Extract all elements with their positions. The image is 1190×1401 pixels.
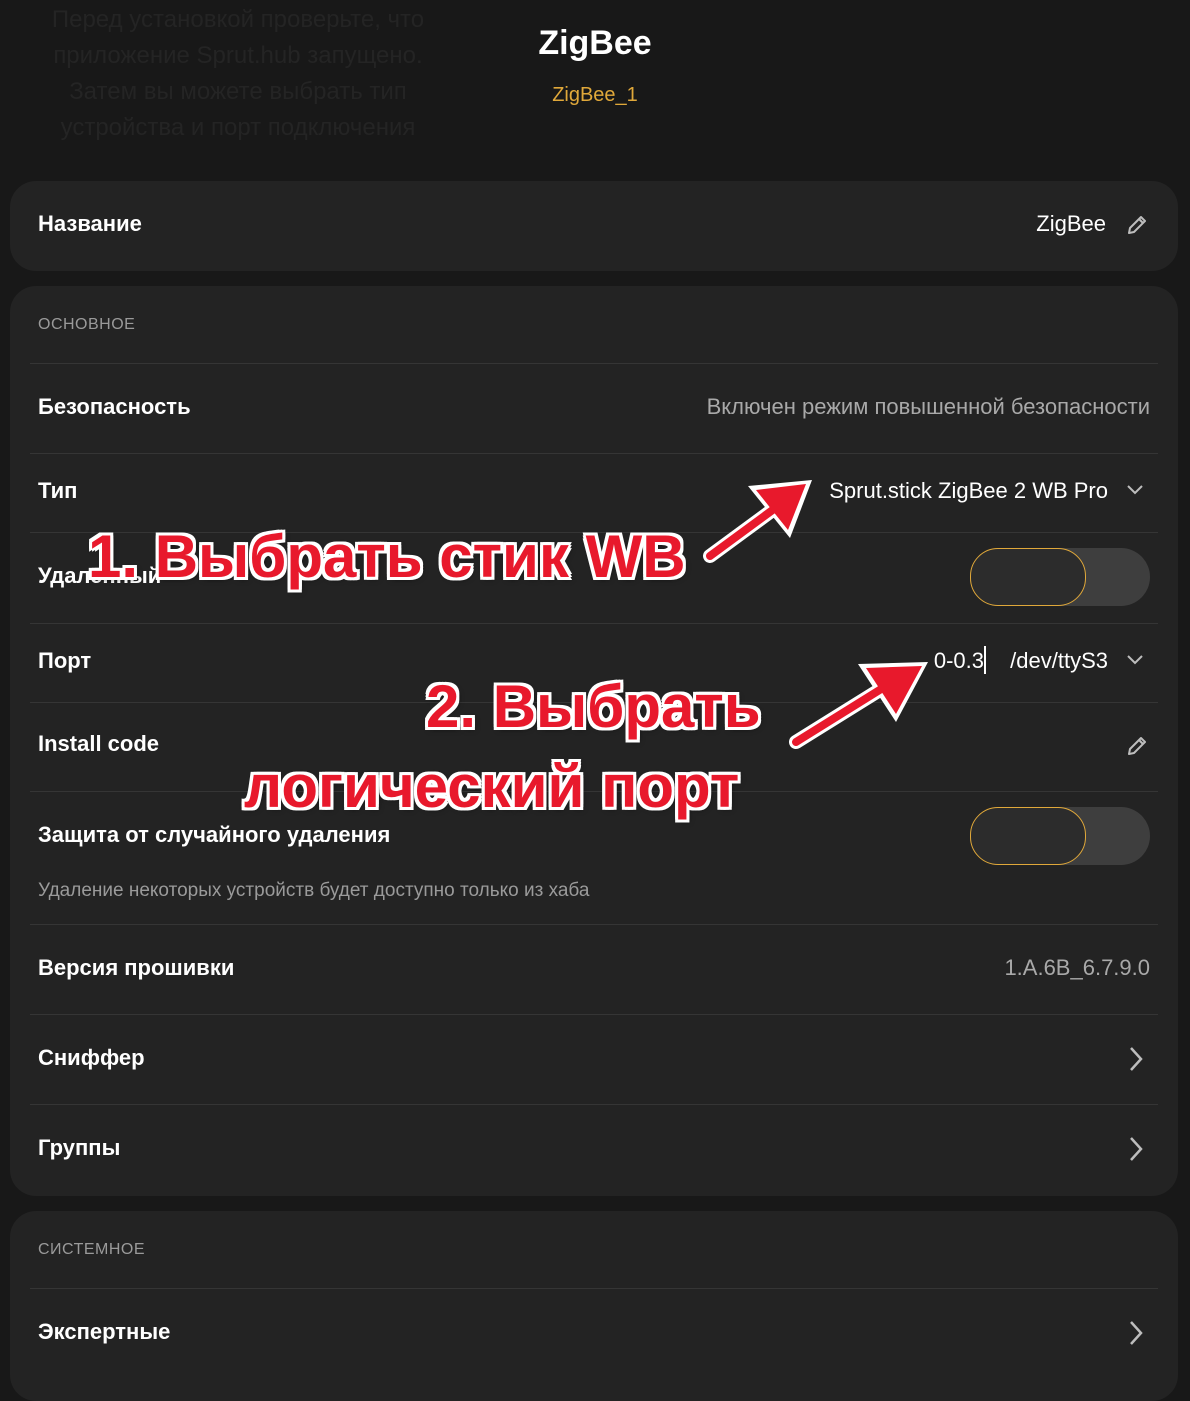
remote-toggle[interactable] [970, 548, 1150, 606]
name-value: ZigBee [1036, 211, 1106, 236]
system-settings-card: СИСТЕМНОЕ Экспертные [10, 1211, 1178, 1401]
section-header-main: ОСНОВНОЕ [38, 316, 136, 333]
firmware-row: Версия прошивки 1.A.6B_6.7.9.0 [38, 925, 1150, 1015]
annotation-arrow-icon [703, 480, 812, 563]
security-label: Безопасность [38, 394, 191, 419]
type-row[interactable]: Тип Sprut.stick ZigBee 2 WB Pro [38, 454, 1150, 532]
firmware-value: 1.A.6B_6.7.9.0 [1004, 955, 1150, 980]
annotation-step-1: 1. Выбрать стик WB [88, 523, 686, 590]
name-label: Название [38, 211, 142, 236]
toggle-knob [970, 807, 1086, 865]
chevron-down-icon[interactable] [1126, 484, 1144, 496]
chevron-right-icon [1130, 1137, 1143, 1161]
security-value: Включен режим повышенной безопасности [706, 394, 1150, 419]
install-code-label: Install code [38, 731, 160, 756]
sniffer-row[interactable]: Сниффер [38, 1015, 1150, 1105]
port-value-a: 0-0.3 [933, 648, 984, 673]
port-value-b: /dev/ttyS3 [1010, 648, 1108, 673]
annotation-step-2-line-2: логический порт [244, 753, 740, 820]
protection-label: Защита от случайного удаления [38, 822, 391, 847]
chevron-right-icon [1130, 1047, 1143, 1071]
annotation-arrow-icon [789, 662, 928, 749]
chevron-down-icon[interactable] [1126, 654, 1144, 666]
firmware-label: Версия прошивки [38, 955, 235, 980]
groups-row[interactable]: Группы [38, 1105, 1150, 1195]
protection-hint: Удаление некоторых устройств будет досту… [38, 880, 590, 901]
annotation-step-2-line-1: 2. Выбрать [426, 673, 761, 740]
page-subtitle: ZigBee_1 [552, 84, 638, 106]
protection-toggle[interactable] [970, 807, 1150, 865]
expert-label: Экспертные [38, 1319, 171, 1344]
sniffer-label: Сниффер [38, 1045, 145, 1070]
type-value: Sprut.stick ZigBee 2 WB Pro [829, 478, 1108, 503]
chevron-right-icon [1130, 1321, 1143, 1345]
toggle-knob [970, 548, 1086, 606]
page-title: ZigBee [538, 24, 652, 62]
groups-label: Группы [38, 1135, 121, 1160]
name-row[interactable]: Название ZigBee [38, 181, 1150, 271]
section-header-system: СИСТЕМНОЕ [38, 1241, 146, 1258]
name-card: Название ZigBee [10, 181, 1178, 271]
pencil-icon[interactable] [1126, 735, 1148, 757]
main-settings-card: ОСНОВНОЕ Безопасность Включен режим повы… [10, 286, 1178, 1196]
header: Перед установкой проверьте, что приложен… [0, 0, 1190, 170]
port-label: Порт [38, 648, 92, 673]
type-label: Тип [38, 478, 78, 503]
pencil-icon[interactable] [1126, 214, 1148, 236]
expert-row[interactable]: Экспертные [38, 1289, 1150, 1379]
security-row[interactable]: Безопасность Включен режим повышенной бе… [38, 364, 1150, 454]
text-caret [984, 646, 986, 674]
